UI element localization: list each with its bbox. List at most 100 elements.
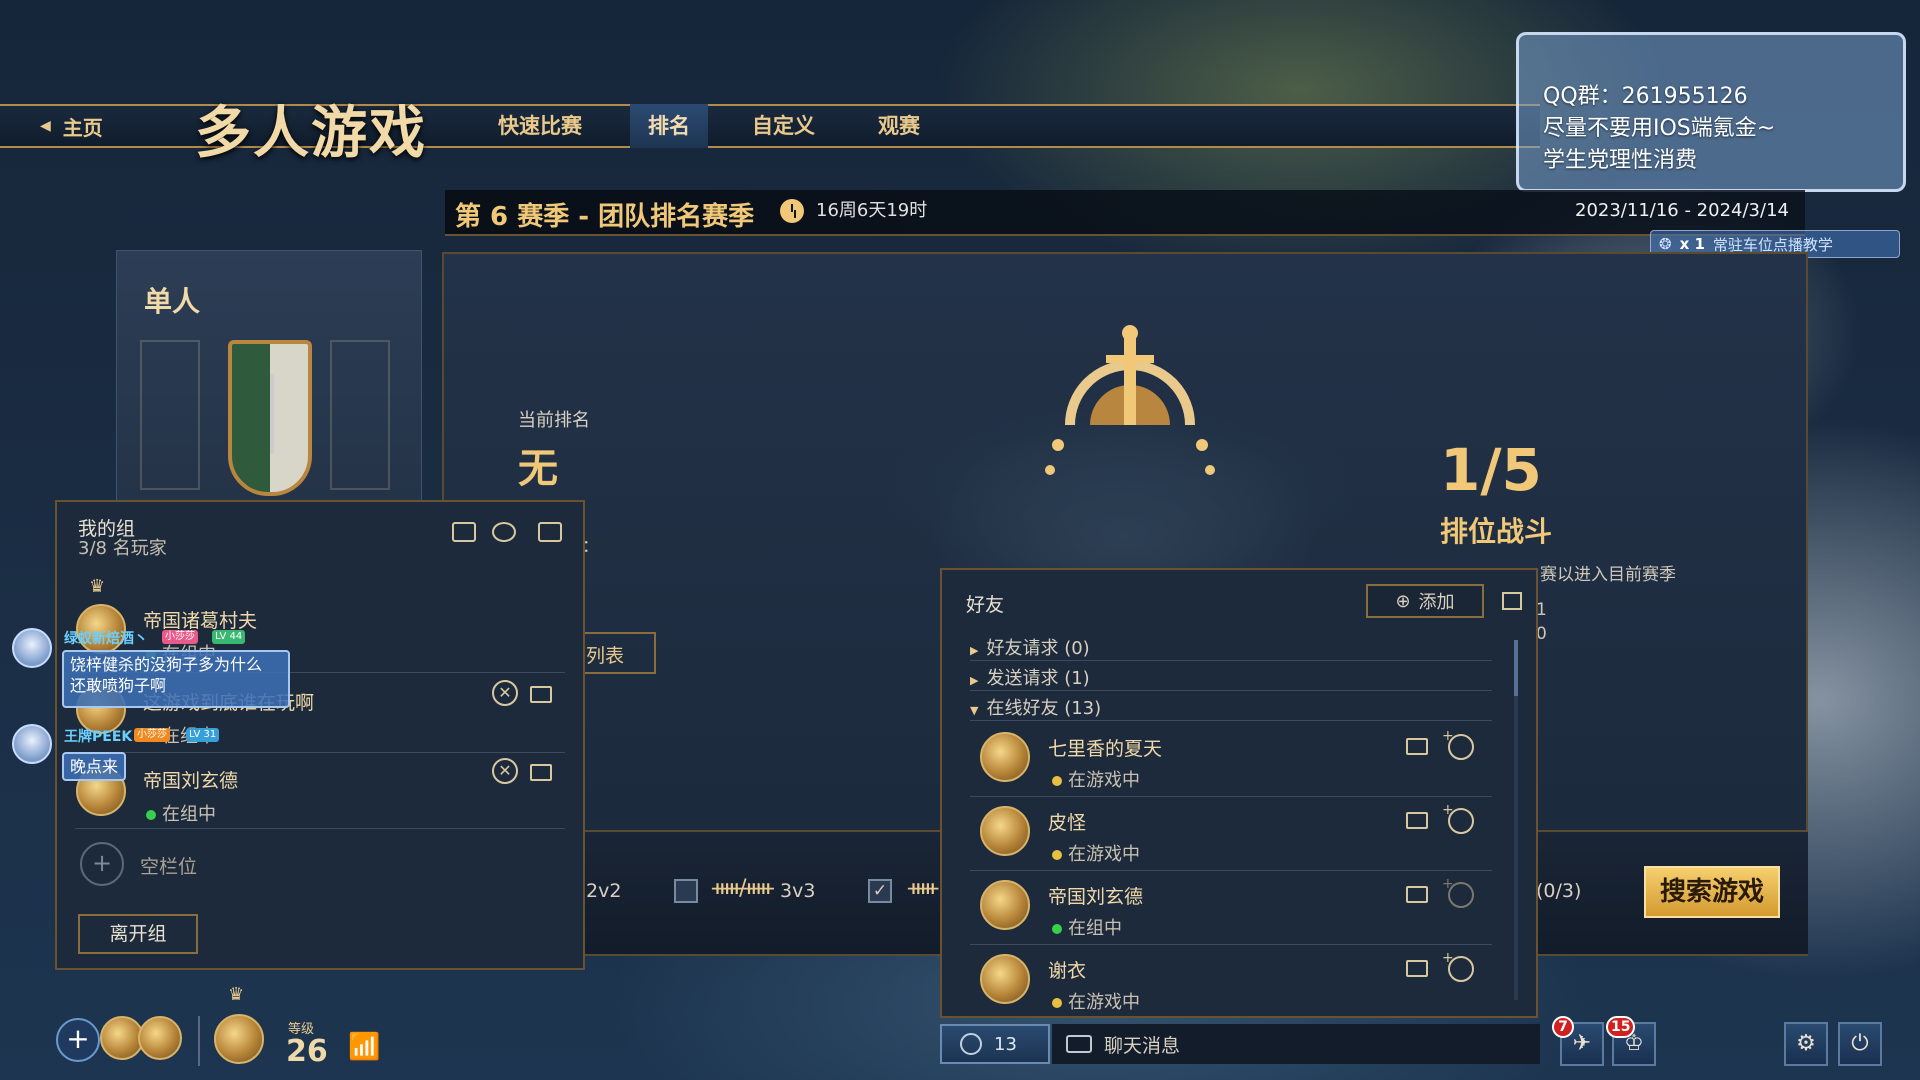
friend-avatar: [980, 806, 1030, 856]
friend-status-text: 在游戏中: [1068, 844, 1140, 865]
kick-member-icon[interactable]: ✕: [492, 758, 518, 784]
mode-3v3-checkbox[interactable]: [674, 879, 698, 903]
section-online-friends[interactable]: ▼ 在线好友 (13): [970, 694, 1101, 720]
invite-count: (0/3): [1536, 880, 1582, 902]
group-minimize-icon[interactable]: [538, 522, 562, 542]
leader-crown-icon: ♛: [89, 576, 106, 597]
back-arrow-icon: ◀: [40, 118, 51, 134]
friends-toggle-button[interactable]: 13: [940, 1024, 1050, 1064]
friends-minimize-icon[interactable]: [1502, 592, 1522, 610]
friend-name: 皮怪: [1048, 812, 1087, 834]
add-friend-icon: ⊕: [1395, 590, 1411, 612]
clock-icon: [780, 199, 804, 223]
friend-avatar: [980, 732, 1030, 782]
home-label: 主页: [62, 115, 103, 140]
chat-icon[interactable]: [1406, 738, 1428, 755]
tab-ranked[interactable]: 排名: [630, 104, 708, 148]
mode-3v3-label: 3v3: [780, 880, 816, 902]
section-label: 发送请求 (1): [986, 668, 1090, 689]
mode-4v4-checkbox[interactable]: ✓: [868, 879, 892, 903]
leave-group-button[interactable]: 离开组: [78, 914, 198, 954]
friend-name: 帝国刘玄德: [1048, 886, 1144, 908]
friend-status: 在游戏中: [1052, 988, 1140, 1014]
chat-icon[interactable]: [1406, 960, 1428, 977]
chat-icon[interactable]: [1406, 812, 1428, 829]
row-divider: [970, 870, 1492, 871]
row-divider: [970, 796, 1492, 797]
home-button[interactable]: ◀ 主页: [10, 104, 180, 148]
tip-multiplier: x 1: [1679, 235, 1705, 253]
group-player-count: 3/8 名玩家: [78, 538, 167, 559]
invite-to-group-icon[interactable]: [1442, 950, 1474, 982]
friends-title: 好友: [966, 594, 1005, 616]
search-game-button[interactable]: 搜索游戏: [1644, 866, 1780, 918]
stream-notice-box: QQ群：261955126 尽量不要用IOS端氪金~ 学生党理性消费: [1516, 32, 1906, 192]
online-dot-icon: [1052, 924, 1062, 934]
placement-progress: 1/5: [1440, 436, 1542, 504]
row-divider: [75, 828, 565, 829]
friends-scroll-thumb[interactable]: [1514, 640, 1518, 696]
section-divider: [970, 690, 1492, 691]
group-invite-icon[interactable]: [492, 522, 516, 542]
section-label: 在线好友 (13): [986, 698, 1102, 719]
chat-icon[interactable]: [530, 686, 552, 703]
player-crown-icon: ♛: [228, 984, 245, 1005]
section-sent-requests[interactable]: ▶ 发送请求 (1): [970, 664, 1090, 690]
friend-name: 七里香的夏天: [1048, 738, 1163, 760]
add-member-icon[interactable]: +: [80, 842, 124, 886]
page-title: 多人游戏: [195, 101, 427, 166]
friend-status-text: 在游戏中: [1068, 992, 1140, 1013]
section-friend-requests[interactable]: ▶ 好友请求 (0): [970, 634, 1090, 660]
tab-quick-match[interactable]: 快速比赛: [498, 104, 582, 148]
notification-count-badge: 7: [1552, 1016, 1574, 1038]
friend-status-text: 在组中: [1068, 918, 1122, 939]
section-divider: [970, 660, 1492, 661]
chat-icon[interactable]: [1406, 886, 1428, 903]
invite-to-group-icon[interactable]: [1442, 802, 1474, 834]
power-icon[interactable]: ⏻: [1838, 1022, 1882, 1066]
bottom-divider: [198, 1016, 200, 1066]
group-chat-icon[interactable]: [452, 522, 476, 542]
shield-sword-icon: [228, 340, 312, 496]
team-4v4-icon: ᚔ: [908, 876, 938, 901]
notice-line: QQ群：261955126: [1543, 84, 1748, 109]
current-rank-value: 无: [518, 446, 558, 492]
invite-to-group-icon[interactable]: [1442, 728, 1474, 760]
friend-status: 在游戏中: [1052, 766, 1140, 792]
add-party-button[interactable]: +: [56, 1018, 100, 1062]
season-title: 第 6 赛季 - 团队排名赛季: [455, 202, 755, 232]
gift-icon: ❂: [1659, 235, 1672, 253]
placement-battles-label: 排位战斗: [1440, 515, 1553, 548]
friend-avatar: [980, 954, 1030, 1004]
tab-spectate[interactable]: 观赛: [878, 104, 920, 148]
person-icon: [960, 1033, 982, 1055]
viewer-message: 晚点来: [62, 752, 127, 781]
party-avatar: [138, 1016, 182, 1060]
invite-to-group-icon: [1442, 876, 1474, 908]
settings-gear-icon[interactable]: ⚙: [1784, 1022, 1828, 1066]
viewer-avatar: [12, 724, 52, 764]
in-game-dot-icon: [1052, 776, 1062, 786]
notice-line: 学生党理性消费: [1543, 148, 1698, 173]
player-avatar[interactable]: [214, 1014, 264, 1064]
add-friend-button[interactable]: ⊕ 添加: [1366, 584, 1484, 618]
friend-status: 在组中: [1052, 914, 1122, 940]
chat-icon[interactable]: [530, 764, 552, 781]
member-status: 在组中: [146, 800, 216, 826]
banner-frame-right: [330, 340, 390, 490]
tab-custom[interactable]: 自定义: [752, 104, 815, 148]
online-dot-icon: [146, 810, 156, 820]
level-badge: LV 31: [186, 728, 220, 742]
chevron-right-icon: ▶: [970, 674, 979, 687]
row-divider: [75, 752, 565, 753]
in-game-dot-icon: [1052, 998, 1062, 1008]
kick-member-icon[interactable]: ✕: [492, 680, 518, 706]
member-name: 帝国刘玄德: [143, 770, 239, 792]
empty-slot-label: 空栏位: [140, 856, 198, 878]
friend-avatar: [980, 880, 1030, 930]
level-value: 26: [286, 1034, 328, 1069]
current-rank-label: 当前排名: [518, 410, 590, 431]
fan-badge: 小莎莎: [162, 630, 198, 644]
chat-messages-tab[interactable]: 聊天消息: [1052, 1024, 1540, 1064]
rank-emblem-icon: [1045, 325, 1215, 475]
